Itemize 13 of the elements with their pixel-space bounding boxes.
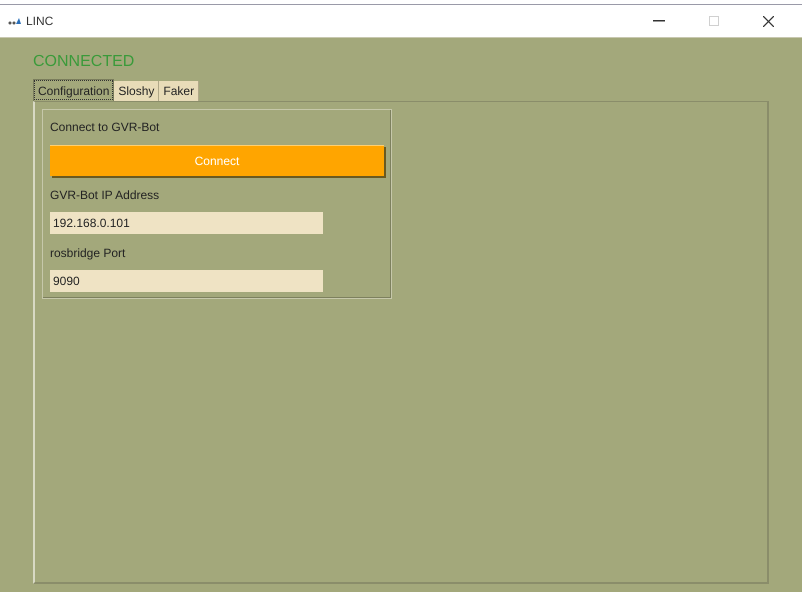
field-label: rosbridge Port xyxy=(50,245,126,262)
minimize-icon[interactable] xyxy=(653,20,665,22)
tab[interactable]: Faker xyxy=(159,81,200,101)
tab[interactable]: Sloshy xyxy=(114,81,160,101)
connection-status: CONNECTED xyxy=(33,52,136,72)
input-field[interactable]: 192.168.0.101 xyxy=(50,212,323,234)
input-field[interactable]: 9090 xyxy=(50,270,323,292)
group-title: Connect to GVR-Bot xyxy=(50,119,160,136)
close-icon[interactable] xyxy=(763,16,774,26)
window-title: LINC xyxy=(26,13,54,30)
tab[interactable]: Configuration xyxy=(33,79,114,101)
network-icon xyxy=(8,16,22,26)
field-label: GVR-Bot IP Address xyxy=(50,187,160,204)
